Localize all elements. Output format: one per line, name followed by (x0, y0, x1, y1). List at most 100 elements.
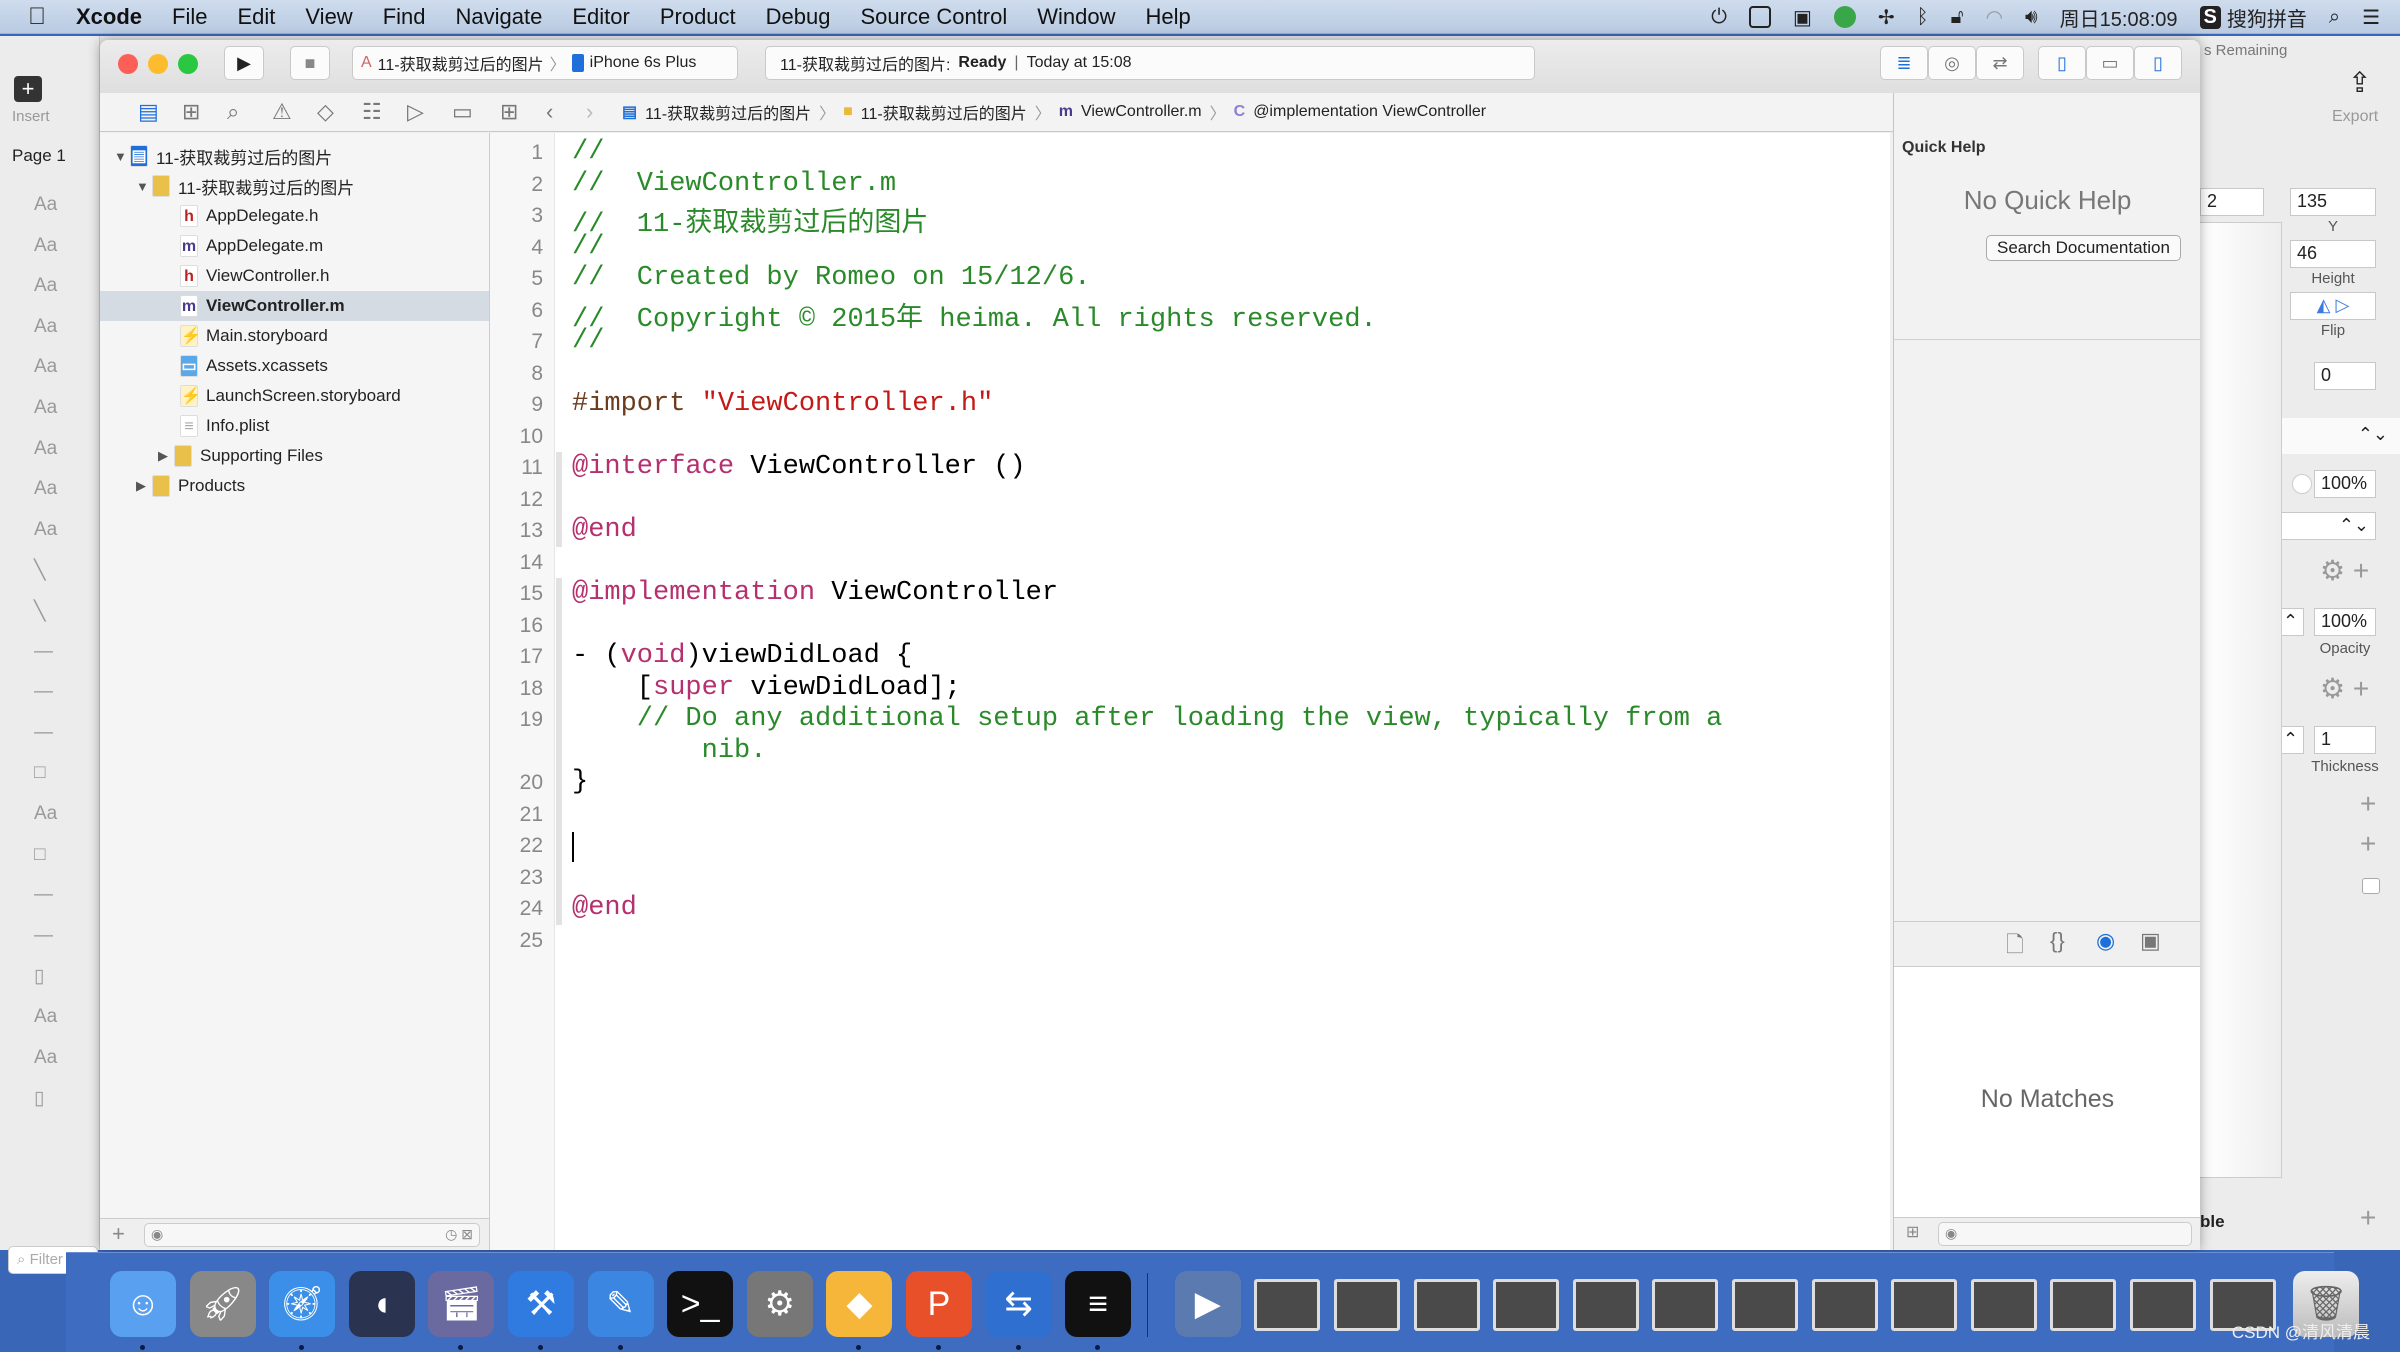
code-line[interactable]: @implementation ViewController (572, 578, 1058, 608)
scheme-selector[interactable]: A 11-获取裁剪过后的图片 〉 iPhone 6s Plus (352, 46, 738, 80)
bluetooth-icon[interactable]: ᛒ (1917, 6, 1929, 29)
shape-style-item[interactable]: □ (34, 844, 45, 866)
launchpad-dock-icon[interactable]: 🚀︎ (189, 1271, 256, 1337)
project-navigator-icon[interactable]: ▤ (138, 99, 159, 125)
green-app-icon[interactable] (1833, 6, 1856, 28)
presentation-dock-icon[interactable]: P (906, 1271, 972, 1337)
version-editor-button[interactable]: ⇄ (1976, 46, 2024, 80)
standard-editor-button[interactable]: ≣ (1880, 46, 1928, 80)
code-line[interactable]: // Copyright © 2015年 heima. All rights r… (572, 295, 1377, 335)
spotlight-icon[interactable]: ⌕ (2329, 6, 2340, 29)
finder-dock-icon[interactable]: ☺ (110, 1271, 176, 1337)
fill-select[interactable]: ⌃⌄ (2280, 512, 2376, 540)
assistant-editor-button[interactable]: ◎ (1928, 46, 1976, 80)
menu-debug[interactable]: Debug (766, 4, 831, 30)
navigator-item[interactable]: ≡ Info.plist (100, 411, 489, 441)
text-style-item[interactable]: Aa (34, 1047, 57, 1069)
minimized-window-thumbnail[interactable] (1254, 1279, 1321, 1331)
teamviewer-dock-icon[interactable]: ⇆ (985, 1271, 1052, 1337)
object-library-icon[interactable]: ◉ (2096, 928, 2115, 954)
find-navigator-icon[interactable]: ⌕ (227, 99, 239, 125)
breadcrumb-item[interactable]: @implementation ViewController (1253, 103, 1486, 121)
minimized-window-thumbnail[interactable] (2130, 1279, 2196, 1331)
camera-icon[interactable]: ▣ (1793, 5, 1812, 30)
menu-navigate[interactable]: Navigate (456, 4, 543, 30)
zoom-button[interactable] (178, 54, 198, 74)
border-add-icon[interactable]: ⚙ + (2320, 554, 2369, 587)
lock-icon[interactable]: 🔓︎ (1951, 6, 1964, 29)
x-field[interactable]: 2 (2200, 188, 2264, 216)
report-navigator-icon[interactable]: ▭ (452, 99, 473, 125)
stop-button[interactable]: ■ (290, 46, 330, 80)
volume-icon[interactable]: 🔊︎ (2025, 6, 2038, 29)
add-icon[interactable]: + (2360, 788, 2376, 820)
code-line[interactable]: // (572, 137, 604, 167)
fill-opacity-field[interactable]: 100% (2314, 470, 2376, 498)
shadow-add-icon[interactable]: ⚙ + (2320, 672, 2369, 705)
fan-icon[interactable]: ✢ (1878, 5, 1895, 30)
clock[interactable]: 周日15:08:09 (2060, 3, 2178, 32)
navigator-item[interactable]: ▼ ■ 11-获取裁剪过后的图片 (100, 171, 489, 201)
menu-app[interactable]: Xcode (76, 4, 142, 30)
code-line[interactable]: // Created by Romeo on 15/12/6. (572, 263, 1090, 293)
add-icon[interactable]: + (2360, 1202, 2376, 1234)
text-style-item[interactable]: Aa (34, 478, 57, 500)
run-button[interactable]: ▶ (224, 46, 264, 80)
disclosure-open-icon[interactable]: ▼ (114, 149, 130, 164)
code-line[interactable]: // ViewController.m (572, 169, 896, 199)
shape-style-item[interactable]: ╲ (34, 600, 45, 623)
library-filter-input[interactable]: ◉ (1938, 1222, 2192, 1246)
fill-toggle[interactable] (2292, 474, 2312, 494)
add-icon[interactable]: + (2360, 828, 2376, 860)
menu-product[interactable]: Product (660, 4, 736, 30)
imovie-dock-icon[interactable]: 🎬︎ (428, 1271, 495, 1337)
navigator-item[interactable]: m ViewController.m (100, 291, 489, 321)
flip-buttons[interactable]: ◭ ▷ (2290, 292, 2376, 320)
xcode-dock-icon[interactable]: ⚒ (508, 1271, 574, 1337)
terminal-dock-icon[interactable]: >_ (667, 1271, 734, 1337)
code-line[interactable]: // Do any additional setup after loading… (572, 704, 1723, 734)
navigator-item[interactable]: ▶ ■ Products (100, 471, 489, 501)
thickness-field[interactable]: 1 (2314, 726, 2376, 754)
menu-edit[interactable]: Edit (237, 4, 275, 30)
text-style-item[interactable]: Aa (34, 235, 57, 257)
related-items-icon[interactable]: ⊞ (500, 99, 518, 125)
wifi-icon[interactable]: ◠ (1986, 5, 2003, 30)
radius-field[interactable]: 0 (2314, 362, 2376, 390)
menu-find[interactable]: Find (383, 4, 426, 30)
shadow-stepper[interactable]: ⌃ (2280, 608, 2304, 636)
close-button[interactable] (118, 54, 138, 74)
navigator-item[interactable]: ▶ ■ Supporting Files (100, 441, 489, 471)
code-line[interactable]: // (572, 326, 604, 356)
code-line[interactable]: // 11-获取裁剪过后的图片 (572, 200, 928, 240)
test-navigator-icon[interactable]: ◇ (317, 99, 334, 125)
shape-style-item[interactable]: — (34, 884, 53, 906)
code-line[interactable]: // (572, 232, 604, 262)
page-label[interactable]: Page 1 (12, 146, 66, 166)
console-dock-icon[interactable]: ≡ (1065, 1271, 1132, 1337)
trial-remaining[interactable]: s Remaining (2204, 42, 2287, 59)
apple-menu-icon[interactable]:  (28, 3, 46, 31)
minimize-button[interactable] (148, 54, 168, 74)
height-field[interactable]: 46 (2290, 240, 2376, 268)
shape-style-item[interactable]: — (34, 681, 53, 703)
minimized-window-thumbnail[interactable] (1572, 1279, 1639, 1331)
code-line[interactable]: @end (572, 893, 637, 923)
search-documentation-button[interactable]: Search Documentation (1986, 235, 2181, 261)
code-line[interactable]: @interface ViewController () (572, 452, 1026, 482)
source-editor[interactable]: 1 2 3 4 5 6 7 8 9 10 11 12 13 14 15 16 17 18 19 20 21 22 23 24 2… (490, 133, 1890, 1250)
text-style-item[interactable]: Aa (34, 275, 57, 297)
screen-icon[interactable] (1748, 6, 1771, 28)
quicktime-dock-icon[interactable]: ▶ (1174, 1271, 1241, 1337)
text-style-item[interactable]: Aa (34, 438, 57, 460)
instruments-dock-icon[interactable]: ✎ (587, 1271, 654, 1337)
breakpoint-navigator-icon[interactable]: ▷ (407, 99, 424, 125)
menu-help[interactable]: Help (1146, 4, 1191, 30)
minimized-window-thumbnail[interactable] (1891, 1279, 1958, 1331)
menu-file[interactable]: File (172, 4, 207, 30)
grid-view-icon[interactable]: ⊞ (1906, 1222, 1919, 1242)
issue-navigator-icon[interactable]: ⚠ (272, 99, 292, 125)
navigator-filter-input[interactable]: ◉ ◷ ⊠ (144, 1223, 480, 1247)
mouse-dock-icon[interactable]: ◖ (348, 1271, 415, 1337)
text-style-item[interactable]: Aa (34, 1006, 57, 1028)
